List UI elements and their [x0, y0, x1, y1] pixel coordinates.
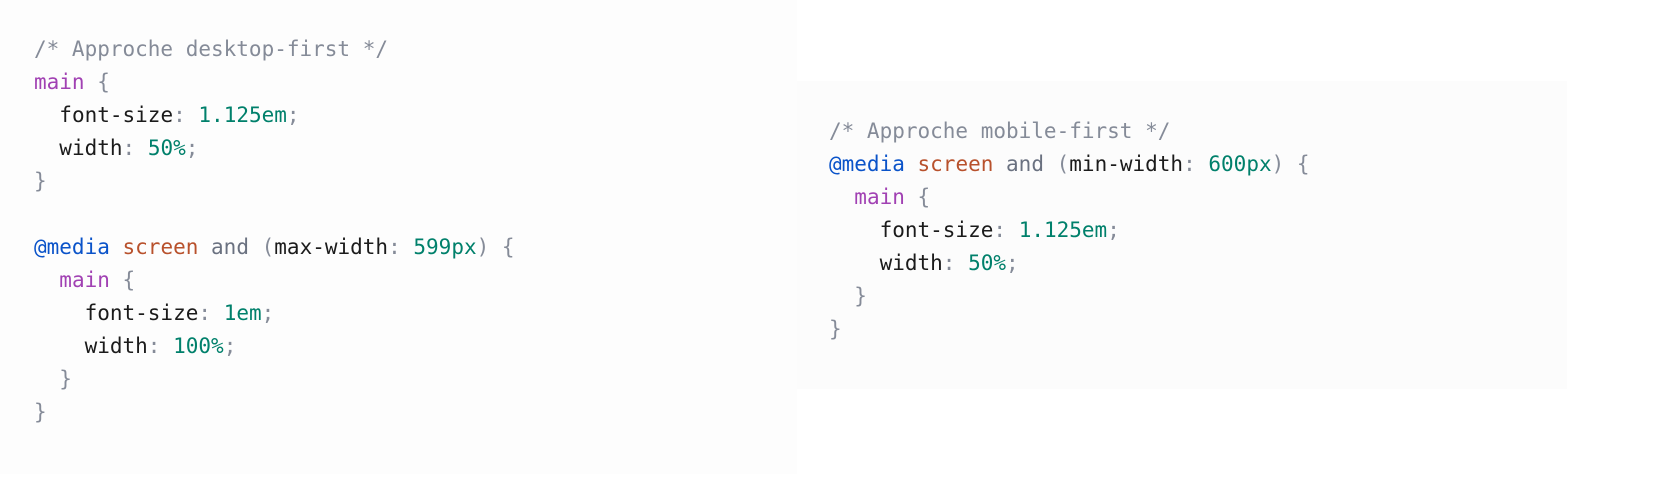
css-value: 50%: [147, 136, 186, 160]
css-at-rule: @media: [829, 152, 905, 176]
code-line: /* Approche desktop-first */: [34, 33, 797, 66]
code-line: }: [829, 317, 842, 341]
code-line: }: [34, 400, 47, 424]
css-property: width: [59, 136, 123, 160]
code-comment: /* Approche mobile-first */: [829, 119, 1171, 143]
css-value: 50%: [968, 251, 1007, 275]
css-property: font-size: [84, 301, 199, 325]
css-value: 100%: [173, 334, 224, 358]
code-mobile-first: /* Approche mobile-first */ @media screen…: [829, 115, 1567, 346]
code-line: }: [854, 284, 867, 308]
code-line: font-size: 1.125em;: [879, 218, 1120, 242]
code-block-mobile-first: /* Approche mobile-first */ @media screen…: [797, 81, 1567, 389]
css-media-feature: max-width: [274, 235, 389, 259]
code-line: }: [34, 169, 47, 193]
code-line: @media screen and (min-width: 600px) {: [829, 152, 1310, 176]
css-property: font-size: [879, 218, 994, 242]
code-comment: /* Approche desktop-first */: [34, 37, 389, 61]
code-line: }: [59, 367, 72, 391]
code-line: width: 100%;: [84, 334, 237, 358]
css-media-type: screen: [917, 152, 994, 176]
css-keyword: and: [1006, 152, 1044, 176]
code-line: @media screen and (max-width: 599px) {: [34, 235, 515, 259]
code-line: main {: [59, 268, 136, 292]
css-selector: main: [854, 185, 905, 209]
css-property: width: [879, 251, 943, 275]
code-line: /* Approche mobile-first */: [829, 115, 1567, 148]
code-line: font-size: 1.125em;: [59, 103, 300, 127]
css-media-type: screen: [122, 235, 199, 259]
css-selector: main: [34, 70, 85, 94]
css-media-feature: min-width: [1069, 152, 1184, 176]
code-line: font-size: 1em;: [84, 301, 275, 325]
code-line: main {: [34, 70, 110, 94]
css-keyword: and: [211, 235, 249, 259]
css-at-rule: @media: [34, 235, 110, 259]
code-line: main {: [854, 185, 931, 209]
css-value: 1.125em: [1018, 218, 1108, 242]
code-block-desktop-first: /* Approche desktop-first */ main { font-…: [0, 0, 797, 474]
css-selector: main: [59, 268, 110, 292]
css-value: 1em: [223, 301, 262, 325]
css-property: width: [84, 334, 148, 358]
css-value: 600px: [1208, 152, 1272, 176]
css-value: 1.125em: [198, 103, 287, 127]
css-property: font-size: [59, 103, 174, 127]
code-line: width: 50%;: [59, 136, 199, 160]
code-line: width: 50%;: [879, 251, 1019, 275]
code-desktop-first: /* Approche desktop-first */ main { font-…: [34, 33, 797, 429]
css-value: 599px: [413, 235, 477, 259]
